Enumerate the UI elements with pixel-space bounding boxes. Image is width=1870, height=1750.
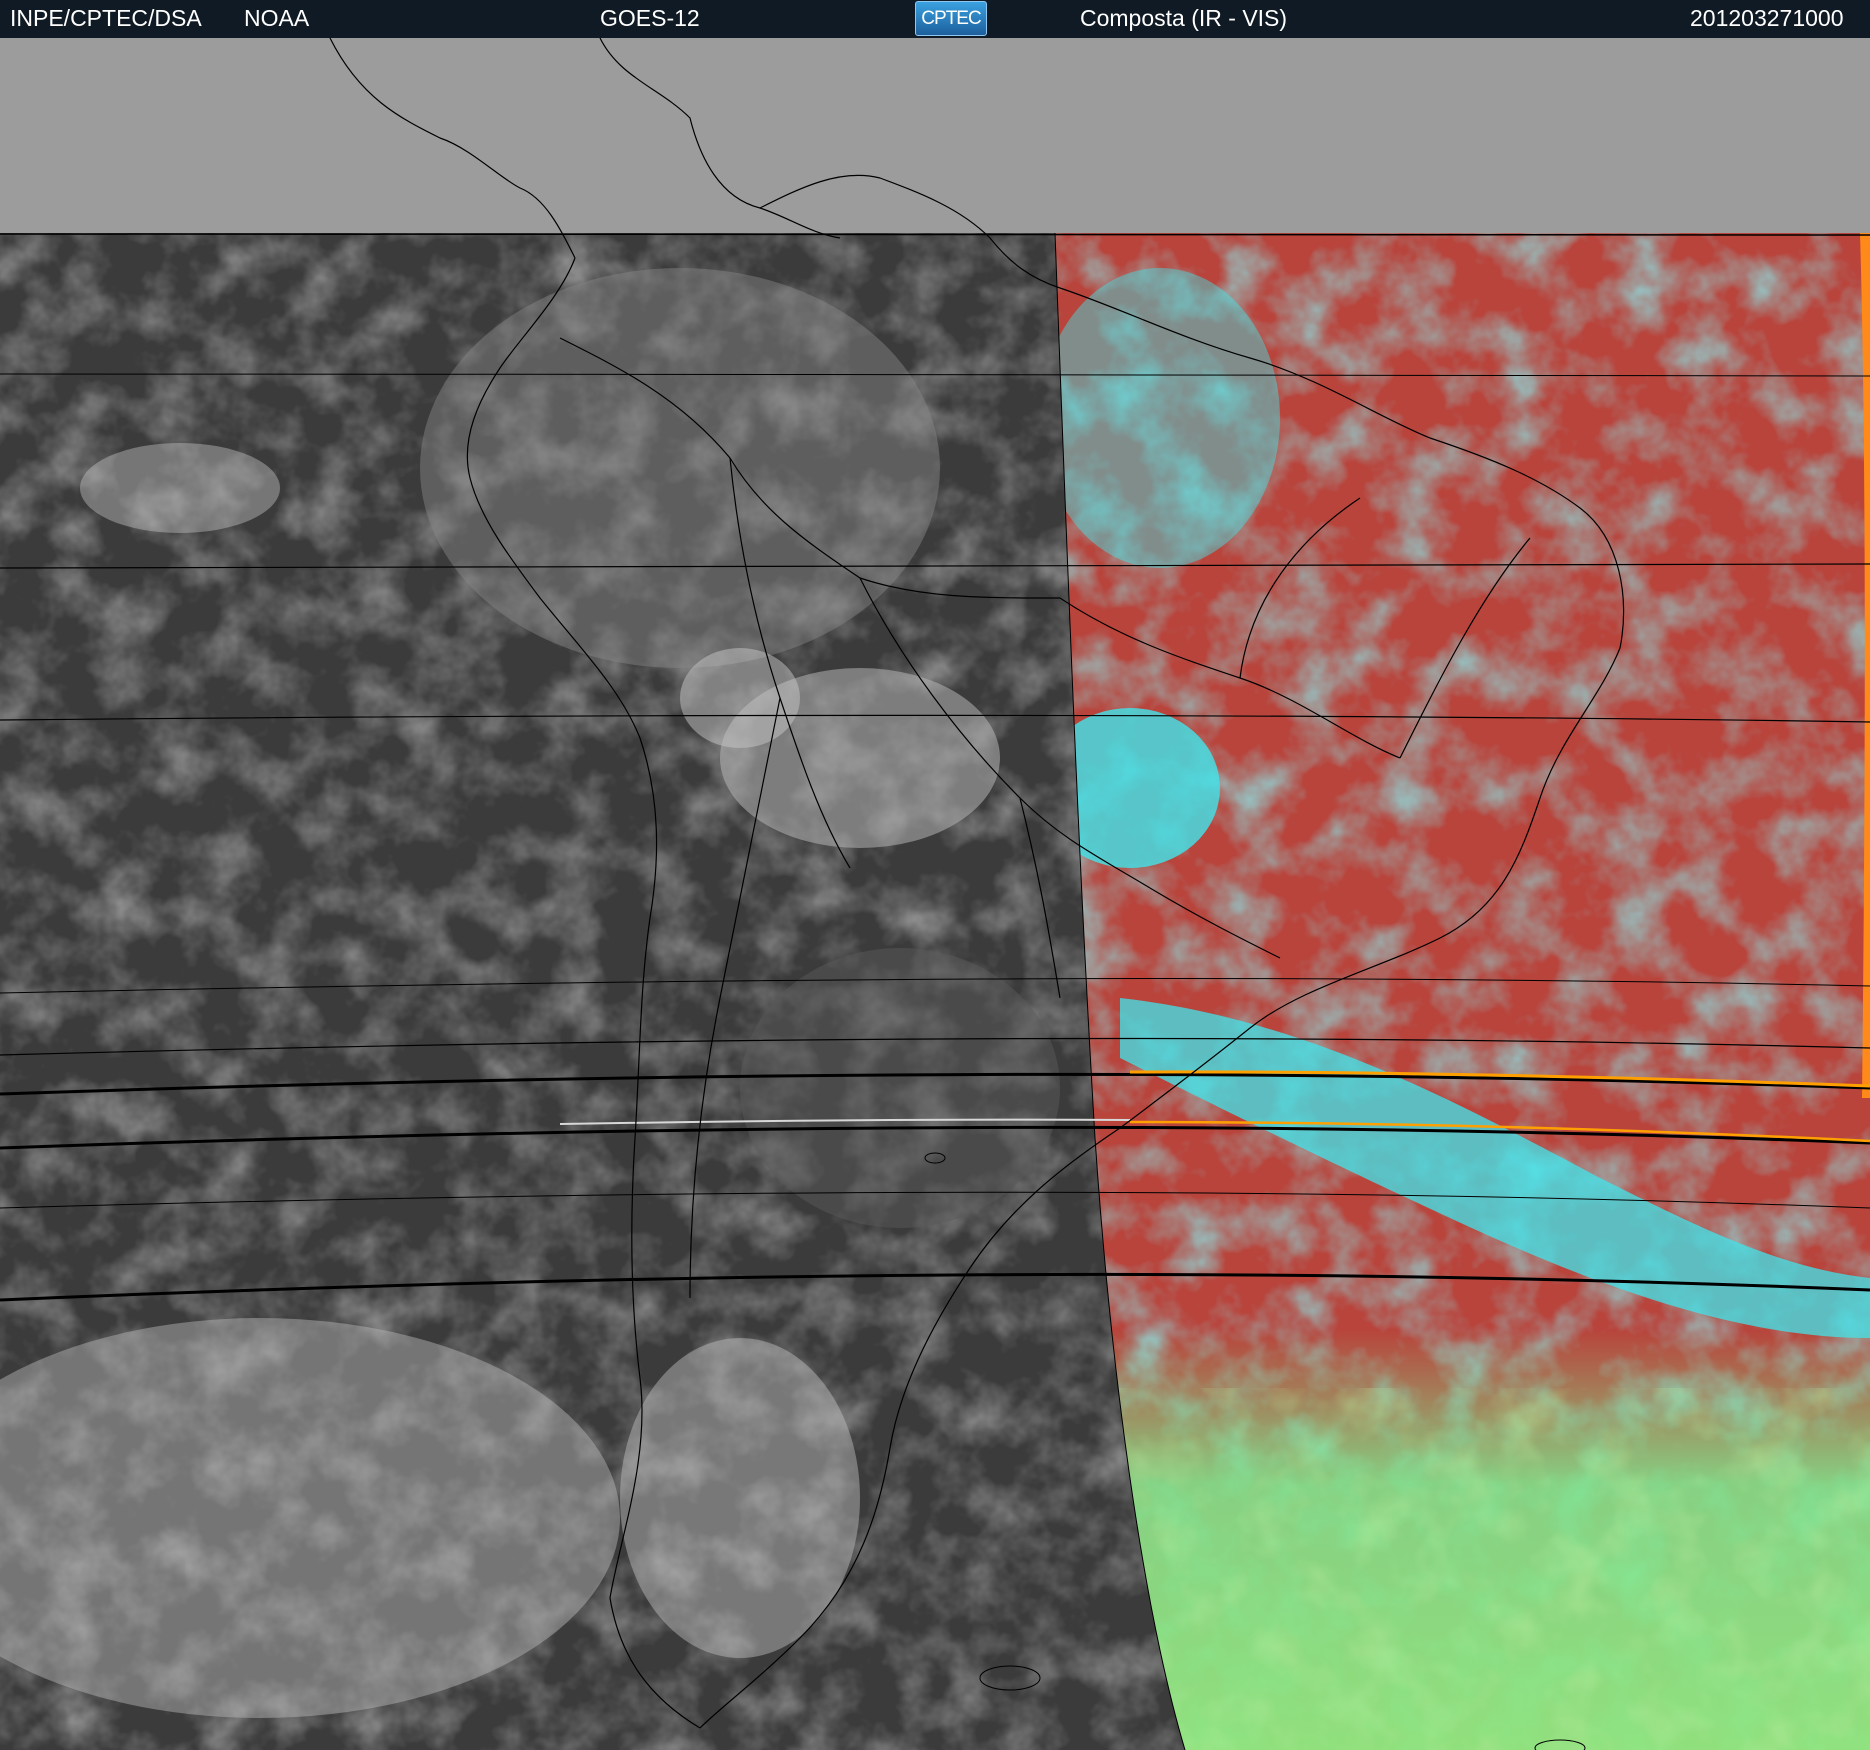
agency-label: NOAA — [244, 5, 310, 31]
satellite-label: GOES-12 — [600, 5, 700, 31]
map-canvas — [0, 38, 1870, 1750]
image-header: INPE/CPTEC/DSA NOAA GOES-12 CPTEC Compos… — [0, 0, 1870, 38]
satellite-map — [0, 38, 1870, 1750]
no-data-region — [0, 38, 1870, 236]
institution-label: INPE/CPTEC/DSA — [10, 5, 202, 31]
product-label: Composta (IR - VIS) — [1080, 5, 1288, 31]
timestamp-label: 201203271000 — [1690, 5, 1844, 31]
cptec-logo: CPTEC — [915, 1, 987, 36]
